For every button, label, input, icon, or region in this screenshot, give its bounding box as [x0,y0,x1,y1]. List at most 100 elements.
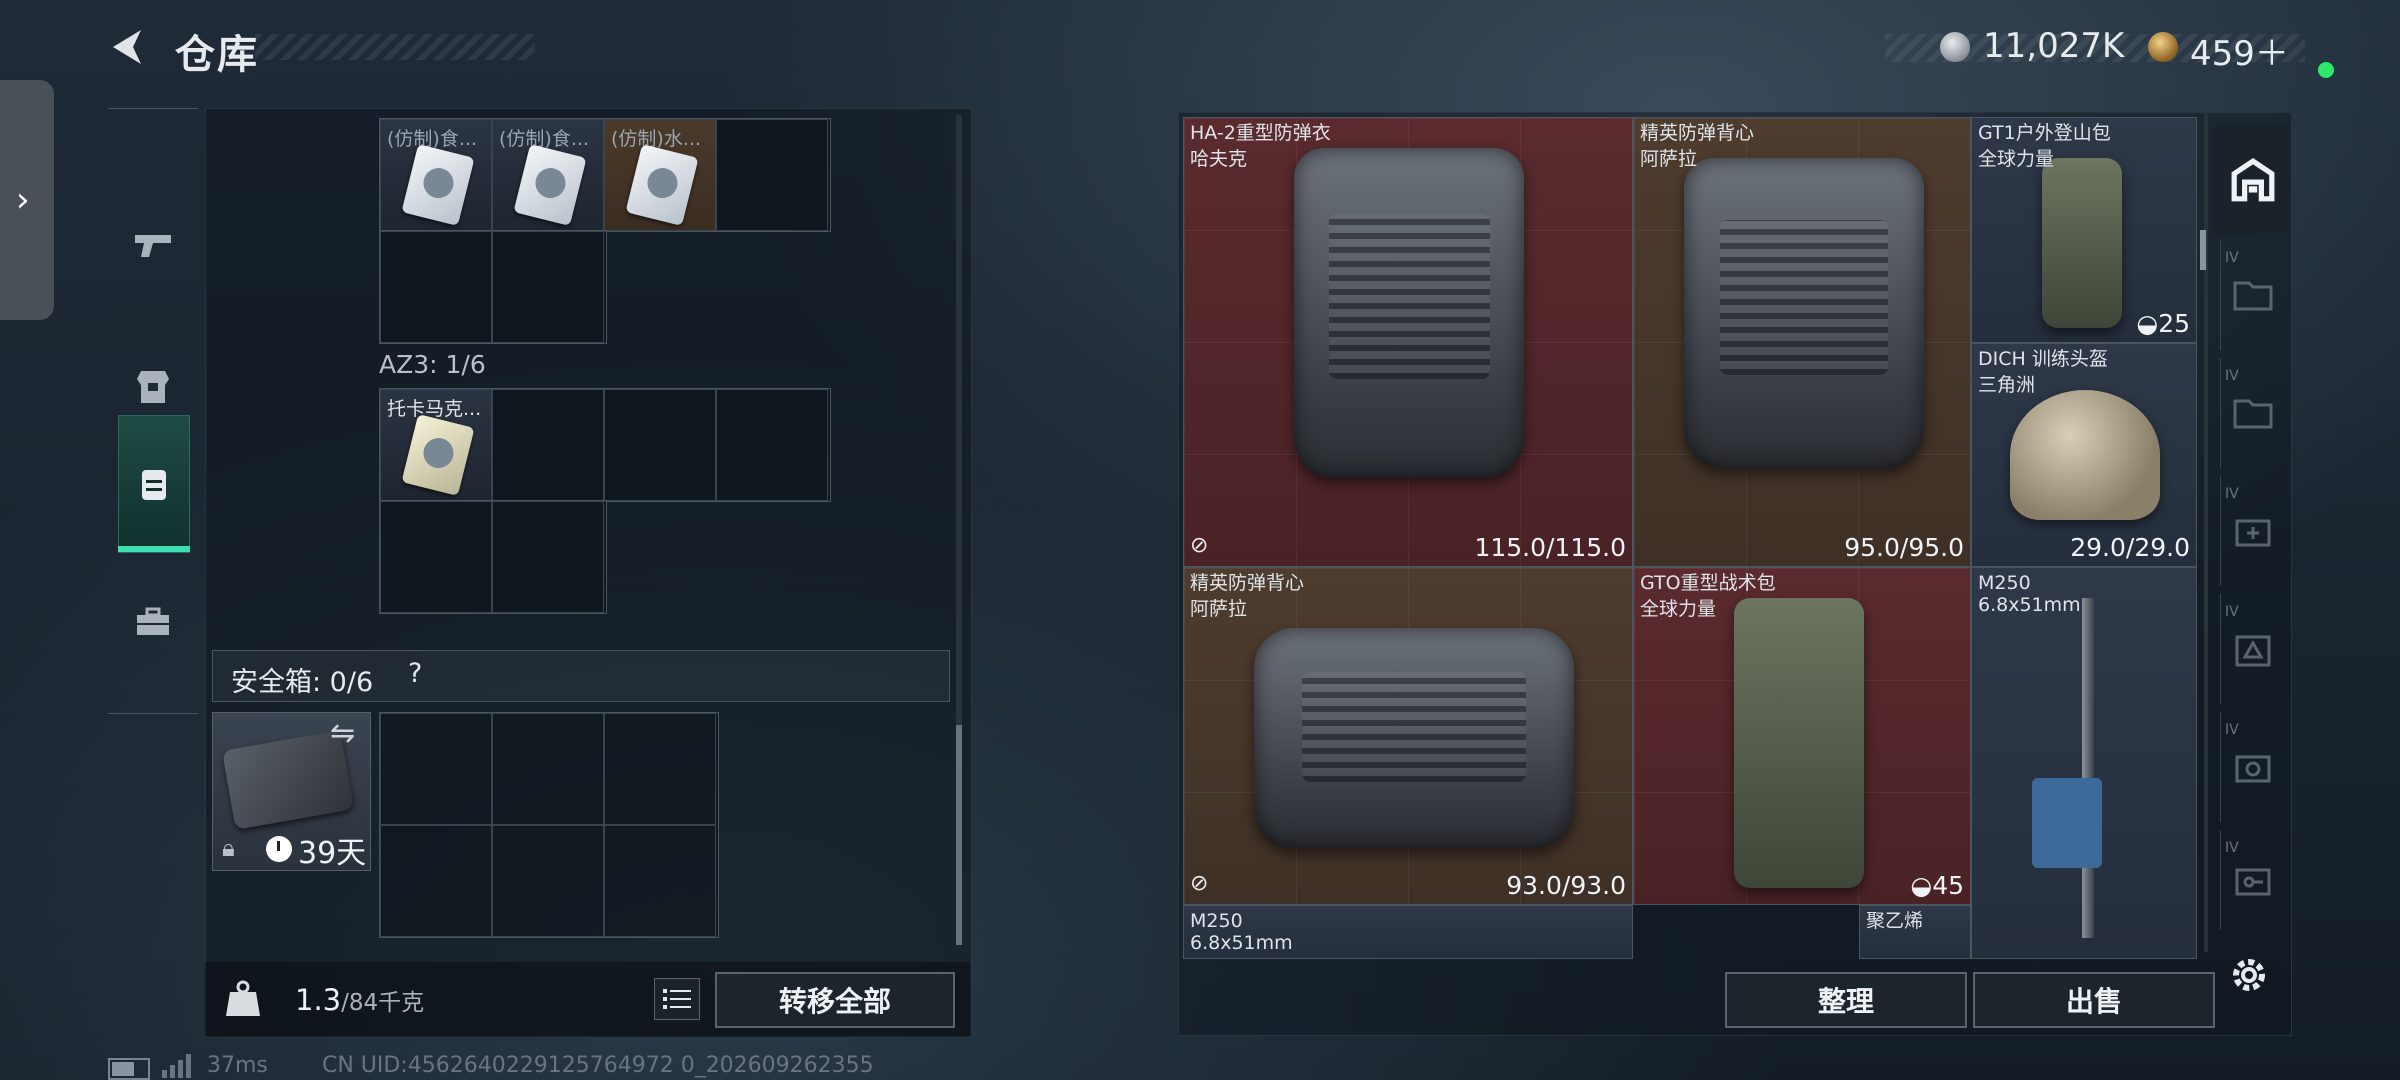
warehouse-tab-6[interactable]: IV [2220,830,2285,930]
warehouse-item[interactable]: GTO重型战术包 全球力量 ◒45 [1633,567,1971,905]
sort-button[interactable]: 整理 [1725,972,1967,1028]
gold-coin-icon [2148,32,2178,62]
warehouse-tab-3[interactable]: IV [2220,476,2285,586]
gear-icon[interactable] [2226,952,2272,998]
item-label: (仿制)水... [611,128,701,150]
gold-balance[interactable]: 459＋ [2190,26,2289,75]
item-name: M250 [1190,910,1243,932]
az3-grid: 托卡马克... [379,388,831,502]
tab-level: IV [2225,486,2239,502]
empty-slot[interactable] [604,713,716,825]
empty-slot[interactable] [604,825,716,937]
item-label: 托卡马克... [387,398,482,420]
tab-level: IV [2225,604,2239,620]
backpack-image [1734,598,1864,888]
empty-slot[interactable] [492,389,604,501]
item-durability: 93.0/93.0 [1506,871,1626,900]
safe-box-help-icon[interactable]: ? [408,658,422,689]
weight-readout: 1.3/84千克 [295,983,424,1017]
warehouse-item[interactable]: DICH 训练头盔 三角洲 29.0/29.0 [1971,343,2197,567]
empty-slot[interactable] [492,231,604,343]
battery-icon [108,1058,150,1080]
item-name: 精英防弹背心 [1190,572,1305,594]
ping-readout: 37ms [207,1053,268,1078]
list-view-button[interactable] [654,978,700,1020]
item-name: GT1户外登山包 [1978,122,2111,144]
signal-icon [162,1054,191,1078]
empty-slot[interactable] [492,825,604,937]
warehouse-tab-5[interactable]: IV [2220,712,2285,822]
inventory-item[interactable]: (仿制)食... [492,119,604,231]
title-decoration [255,34,535,60]
inventory-item[interactable]: 托卡马克... [380,389,492,501]
left-scrollbar-thumb[interactable] [956,725,962,945]
active-category-indicator [118,546,190,552]
warehouse-tab-1[interactable]: IV [2220,240,2285,350]
case-duration: 39天 [298,836,367,871]
empty-slot[interactable] [716,389,828,501]
empty-slot[interactable] [492,501,604,613]
item-capacity-value: 45 [1932,871,1964,900]
back-arrow-icon[interactable] [105,24,151,70]
silver-balance: 11,027K [1983,26,2125,66]
tab-level: IV [2225,722,2239,738]
container-grid-top-row2 [379,230,607,344]
item-capacity-value: 25 [2158,309,2190,338]
empty-slot[interactable] [380,713,492,825]
silver-coin-icon [1940,32,1970,62]
online-status-dot [2318,62,2334,78]
warehouse-item[interactable]: 精英防弹背心 阿萨拉 95.0/95.0 [1633,117,1971,567]
category-tools[interactable] [118,575,188,667]
inventory-item[interactable]: (仿制)水... [604,119,716,231]
lock-icon: 🔒︎ [222,834,235,862]
warehouse-tab-main[interactable] [2214,125,2290,235]
chevron-right-icon: › [16,180,30,220]
warehouse-item[interactable]: GT1户外登山包 全球力量 ◒25 [1971,117,2197,343]
backpack-image [2042,158,2122,328]
empty-slot[interactable] [380,231,492,343]
page-title: 仓库 [175,32,259,78]
warehouse-item[interactable]: HA-2重型防弹衣 哈夫克 ⊘ 115.0/115.0 [1183,117,1633,567]
empty-slot[interactable] [716,119,828,231]
swap-icon[interactable]: ⇋ [330,716,355,751]
warehouse-tab-4[interactable]: IV [2220,594,2285,704]
empty-slot[interactable] [492,713,604,825]
warehouse-item[interactable]: 聚乙烯 [1859,905,1971,959]
item-label: (仿制)食... [499,128,589,150]
empty-slot[interactable] [380,501,492,613]
item-name: DICH 训练头盔 [1978,348,2108,370]
list-icon [663,989,691,1009]
item-capacity: ◒25 [2136,309,2190,338]
uid-readout: CN UID:4562640229125764972 0_20260926235… [322,1053,874,1078]
item-durability: 95.0/95.0 [1844,533,1964,562]
empty-slot[interactable] [604,389,716,501]
safe-box-grid [379,712,719,938]
tabs-scroll-indicator [2200,230,2206,270]
weight-current: 1.3 [295,983,342,1017]
elite-vest-image [1684,158,1924,468]
warehouse-item[interactable]: M250 6.8x51mm [1183,905,1633,959]
item-brand: 哈夫克 [1190,148,1248,170]
warehouse-tab-2[interactable]: IV [2220,358,2285,468]
category-weapons[interactable] [118,199,188,291]
tab-level: IV [2225,840,2239,856]
helmet-image [2010,390,2160,520]
item-name: 精英防弹背心 [1640,122,1755,144]
warehouse-item[interactable]: 精英防弹背心 阿萨拉 ⊘ 93.0/93.0 [1183,567,1633,905]
heavy-armor-image [1294,148,1524,478]
item-durability: 115.0/115.0 [1474,533,1626,562]
backpack-icon [142,470,166,500]
warehouse-icon [2231,158,2275,202]
key-box-icon [2235,868,2271,896]
inventory-item[interactable]: (仿制)食... [380,119,492,231]
warehouse-item[interactable]: M250 6.8x51mm [1971,567,2197,959]
empty-slot[interactable] [380,825,492,937]
sell-button[interactable]: 出售 [1973,972,2215,1028]
item-durability: 29.0/29.0 [2070,533,2190,562]
item-name: M250 [1978,572,2031,594]
item-brand: 阿萨拉 [1190,598,1248,620]
item-name: 聚乙烯 [1866,910,1924,932]
item-name: GTO重型战术包 [1640,572,1776,594]
transfer-all-button[interactable]: 转移全部 [715,972,955,1028]
category-backpack[interactable] [118,415,190,553]
